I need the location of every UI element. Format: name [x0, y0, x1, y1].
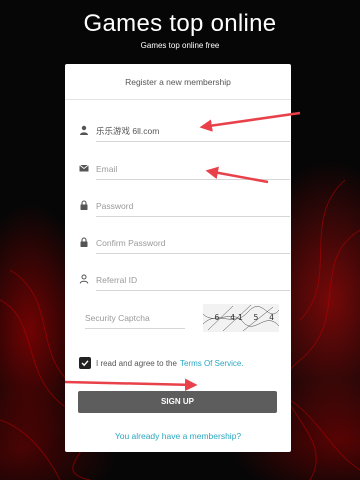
confirm-password-field[interactable]: [96, 232, 290, 254]
page-header: Games top online Games top online free: [0, 10, 360, 50]
lock-icon: [80, 237, 88, 247]
username-field[interactable]: [96, 120, 290, 142]
register-card: Register a new membership 乐乐游戏 6ll.com E…: [65, 64, 291, 452]
captcha-image[interactable]: 6 41 5 4: [203, 304, 279, 332]
sign-up-button[interactable]: SIGN UP: [78, 391, 277, 413]
captcha-field[interactable]: [85, 307, 185, 329]
password-field[interactable]: [96, 195, 290, 217]
referral-id-field[interactable]: [96, 269, 290, 291]
terms-agreement: I read and agree to the Terms Of Service…: [79, 356, 244, 370]
site-subtitle: Games top online free: [140, 41, 220, 50]
captcha-text: 6 41 5 4: [214, 313, 277, 322]
email-field[interactable]: [96, 158, 290, 180]
terms-text: I read and agree to the: [96, 358, 177, 368]
confirm-password-row: [79, 232, 290, 254]
user-outline-icon: [79, 274, 89, 284]
user-icon: [80, 125, 88, 135]
terms-checkbox[interactable]: [79, 357, 91, 369]
login-link[interactable]: You already have a membership?: [65, 431, 291, 441]
username-row: [79, 120, 290, 142]
terms-suffix: .: [241, 358, 244, 368]
site-title: Games top online: [83, 10, 277, 37]
lock-icon: [80, 200, 88, 210]
form-heading: Register a new membership: [65, 64, 291, 100]
terms-of-service-link[interactable]: Terms Of Service: [180, 359, 241, 368]
referral-row: [79, 269, 290, 291]
envelope-icon: [79, 164, 89, 172]
check-icon: [81, 360, 89, 367]
email-row: [79, 158, 290, 180]
password-row: [79, 195, 290, 217]
